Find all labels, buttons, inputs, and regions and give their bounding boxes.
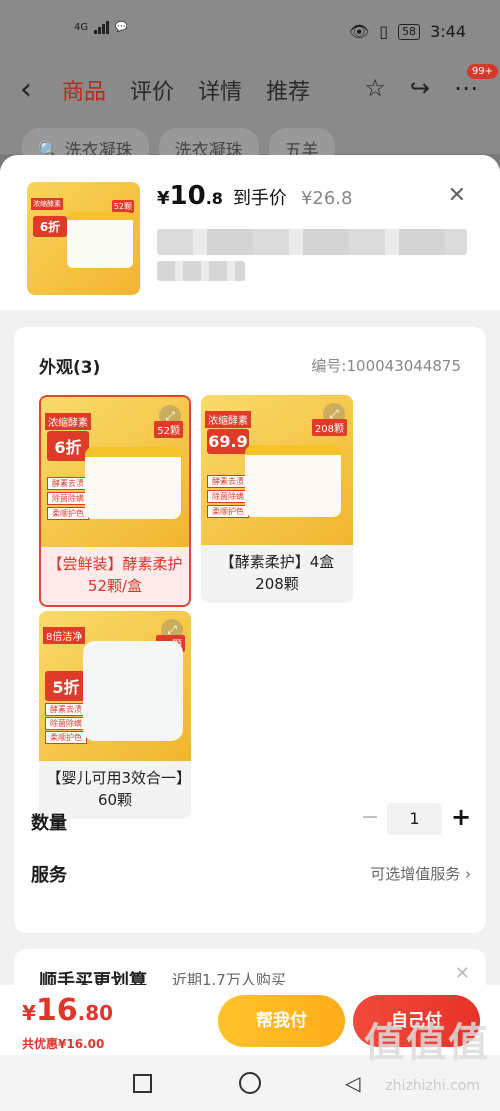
network-label: 4G: [74, 21, 89, 33]
thumb-ribbon: 浓缩酵素: [31, 198, 63, 210]
back-nav-icon[interactable]: ◁: [345, 1071, 360, 1095]
tab-bar: 商品 评价 详情 推荐: [62, 74, 310, 106]
variant-title: 外观(3): [39, 358, 101, 378]
header-icons: ☆ ↪ ⋯: [364, 74, 478, 102]
star-icon[interactable]: ☆: [364, 74, 386, 102]
close-icon[interactable]: ✕: [455, 963, 470, 984]
price-decimal: .8: [205, 189, 223, 208]
variant-count: 208颗: [311, 419, 347, 436]
total-integer: 16: [35, 993, 78, 1028]
feature-pill: 柔顺护色: [45, 731, 87, 744]
variant-option[interactable]: ⤢ 浓缩酵素 208颗 69.9 酵素去渍 除菌除螨 柔顺护色 【酵素柔护】4盒…: [201, 395, 353, 603]
eye-icon: 👁: [348, 22, 370, 41]
minus-icon[interactable]: −: [361, 805, 379, 830]
tab-details[interactable]: 详情: [198, 74, 242, 106]
feature-pill: 除菌除螨: [47, 492, 89, 505]
share-icon[interactable]: ↪: [410, 74, 430, 102]
product-code: 编号:100043044875: [311, 357, 461, 375]
status-left: 4G 💬: [74, 20, 128, 34]
help-pay-button[interactable]: 帮我付: [218, 995, 345, 1047]
product-thumbnail[interactable]: 浓缩酵素 52颗 6折: [27, 182, 140, 295]
variant-discount: 6折: [47, 431, 89, 461]
watermark: 值值值: [364, 1020, 490, 1066]
variant-option[interactable]: ⤢ 8倍洁净 60颗 5折 酵素去渍 除菌除螨 柔顺护色 【婴儿可用3效合一】6…: [39, 611, 191, 819]
battery-icon: 58: [398, 23, 421, 40]
total-symbol: ¥: [22, 1001, 36, 1025]
feature-pill: 酵素去渍: [47, 477, 89, 490]
recommend-subtitle: 近期1.7万人购买: [172, 971, 286, 985]
message-badge: 99+: [466, 64, 498, 79]
product-tub-image: [83, 641, 183, 741]
product-summary: 浓缩酵素 52颗 6折 ¥ 10 .8 到手价 ¥26.8 ✕: [0, 155, 500, 310]
product-box-image: [245, 445, 341, 517]
price-integer: 10: [169, 181, 206, 211]
back-icon[interactable]: ‹: [20, 72, 32, 107]
watermark-url: zhizhizhi.com: [385, 1078, 480, 1094]
recents-icon[interactable]: [133, 1074, 152, 1093]
variant-image: ⤢ 8倍洁净 60颗 5折 酵素去渍 除菌除螨 柔顺护色: [39, 611, 191, 761]
thumb-discount: 6折: [33, 216, 67, 237]
close-icon[interactable]: ✕: [448, 183, 466, 208]
feature-pill: 除菌除螨: [207, 490, 249, 503]
service-label: 服务: [31, 865, 67, 886]
blurred-subtitle: [157, 261, 245, 281]
variant-count: 52颗: [154, 421, 183, 438]
variant-ribbon: 8倍洁净: [43, 627, 86, 644]
total-price: ¥ 16 .80: [22, 993, 113, 1028]
price-label: 到手价: [232, 188, 287, 209]
variant-discount: 5折: [45, 671, 87, 701]
variant-ribbon: 浓缩酵素: [205, 411, 251, 428]
plus-icon[interactable]: +: [451, 803, 471, 831]
chat-icon: 💬: [115, 21, 128, 33]
page-header: ‹ 商品 评价 详情 推荐 ☆ ↪ ⋯ 99+ 🔍 洗衣凝珠 洗衣凝珠 五羊: [0, 64, 500, 168]
vibrate-icon: ▯: [379, 22, 389, 41]
clock: 3:44: [430, 22, 466, 41]
signal-icon: [94, 20, 110, 34]
feature-pill: 柔顺护色: [47, 507, 89, 520]
status-right: 👁 ▯ 58 3:44: [349, 22, 466, 41]
variant-image: ⤢ 浓缩酵素 52颗 6折 酵素去渍 除菌除螨 柔顺护色: [41, 397, 189, 547]
feature-pill: 酵素去渍: [45, 703, 87, 716]
total-decimal: .80: [77, 1001, 114, 1025]
product-box-image: [85, 447, 181, 519]
quantity-label: 数量: [31, 813, 67, 834]
variant-caption: 【酵素柔护】4盒208颗: [219, 553, 335, 593]
feature-pill: 柔顺护色: [207, 505, 249, 518]
blurred-title: [157, 229, 467, 255]
quantity-input[interactable]: 1: [387, 803, 442, 835]
variant-ribbon: 浓缩酵素: [45, 413, 91, 430]
savings-text: 共优惠¥16.00: [22, 1037, 105, 1051]
original-price: ¥26.8: [300, 188, 353, 209]
price-symbol: ¥: [157, 188, 170, 209]
product-box-image: [67, 212, 133, 268]
variant-caption: 【尝鲜装】酵素柔护52颗/盒: [47, 555, 183, 595]
service-link[interactable]: 可选增值服务 ›: [370, 863, 471, 884]
sku-sheet: 浓缩酵素 52颗 6折 ¥ 10 .8 到手价 ¥26.8 ✕ 外观(3) 编号…: [0, 155, 500, 985]
feature-pill: 除菌除螨: [45, 717, 87, 730]
quantity-row: 数量 − 1 +: [31, 803, 471, 835]
service-row[interactable]: 服务 可选增值服务 ›: [31, 857, 471, 887]
status-bar: 4G 💬 👁 ▯ 58 3:44: [0, 0, 500, 64]
tab-recommend[interactable]: 推荐: [266, 74, 310, 106]
variant-image: ⤢ 浓缩酵素 208颗 69.9 酵素去渍 除菌除螨 柔顺护色: [201, 395, 353, 545]
price-line: ¥ 10 .8 到手价 ¥26.8: [157, 181, 352, 211]
feature-pill: 酵素去渍: [207, 475, 249, 488]
tab-product[interactable]: 商品: [62, 74, 106, 106]
variant-discount: 69.9: [207, 429, 249, 454]
variant-option[interactable]: ⤢ 浓缩酵素 52颗 6折 酵素去渍 除菌除螨 柔顺护色 【尝鲜装】酵素柔护52…: [39, 395, 191, 607]
recommend-title: 顺手买更划算: [39, 971, 147, 985]
tab-reviews[interactable]: 评价: [130, 74, 174, 106]
home-icon[interactable]: [239, 1072, 261, 1094]
variant-card: 外观(3) 编号:100043044875 ⤢ 浓缩酵素 52颗 6折 酵素去渍…: [14, 327, 486, 933]
recommend-card: 顺手买更划算 近期1.7万人购买 ✕: [14, 949, 486, 985]
